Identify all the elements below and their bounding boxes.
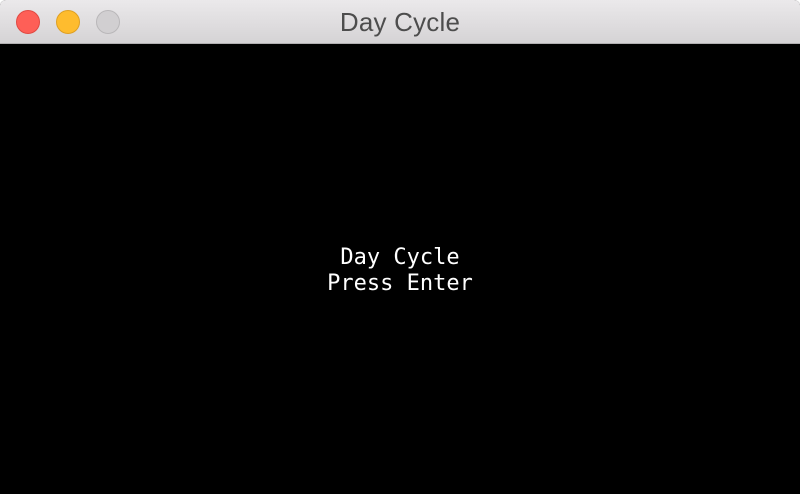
game-canvas[interactable]: Day Cycle Press Enter xyxy=(0,44,800,494)
app-window: Day Cycle Day Cycle Press Enter xyxy=(0,0,800,494)
press-enter-prompt: Press Enter xyxy=(327,271,473,296)
title-bar[interactable]: Day Cycle xyxy=(0,0,800,44)
window-title: Day Cycle xyxy=(339,7,461,37)
game-title: Day Cycle xyxy=(340,245,460,270)
